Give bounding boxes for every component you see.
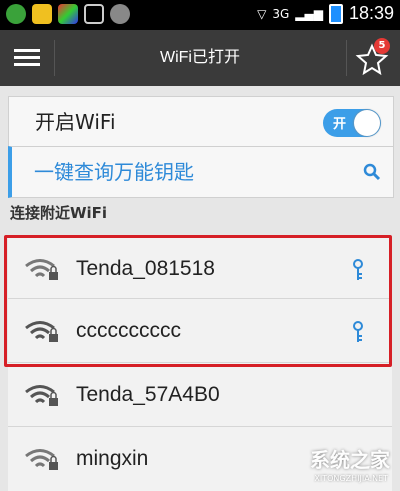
query-keys-row[interactable]: 一键查询万能钥匙 [8, 146, 394, 198]
wifi-locked-icon [25, 449, 58, 470]
key-icon[interactable] [352, 321, 364, 343]
network-item[interactable]: Tenda_081518 [8, 236, 392, 301]
network-item[interactable]: cccccccccc [8, 298, 392, 363]
network-ssid: Tenda_57A4B0 [76, 383, 220, 406]
status-bar: ▽ 3G ▂▄▆ 18:39 [0, 0, 400, 30]
toggle-on-label: 开 [333, 117, 347, 132]
clock: 18:39 [348, 3, 394, 23]
page-title: WiFi已打开 [160, 49, 240, 66]
wifi-locked-icon [25, 321, 58, 342]
battery-icon [328, 3, 343, 24]
app-icon-2 [32, 4, 52, 24]
wifi-locked-icon [25, 385, 58, 406]
network-type: 3G [272, 6, 290, 21]
divider [54, 40, 55, 76]
wifi-toggle-switch[interactable]: 开 [323, 109, 381, 137]
network-ssid: cccccccccc [76, 319, 181, 342]
query-keys-label: 一键查询万能钥匙 [34, 160, 194, 184]
title-bar: WiFi已打开 5 [0, 30, 400, 86]
signal-icon: ▂▄▆ [295, 6, 323, 21]
section-title: 连接附近WiFi [10, 204, 108, 222]
network-item[interactable]: Tenda_57A4B0 [8, 362, 392, 427]
toggle-knob [354, 110, 380, 136]
search-icon[interactable] [363, 163, 381, 181]
key-icon[interactable] [352, 259, 364, 281]
network-ssid: mingxin [76, 447, 149, 470]
network-ssid: Tenda_081518 [76, 257, 215, 280]
menu-button[interactable] [14, 45, 40, 69]
app-icon-3 [58, 4, 78, 24]
notification-badge: 5 [374, 38, 390, 54]
wifi-toggle-label: 开启WiFi [35, 110, 116, 134]
app-icon-1 [6, 4, 26, 24]
watermark-url: XITONGZHIJIA.NET [314, 474, 388, 483]
divider [346, 40, 347, 76]
gallery-icon [84, 4, 104, 24]
wifi-toggle-row: 开启WiFi 开 [8, 96, 394, 148]
wifi-status-icon: ▽ [257, 6, 267, 21]
watermark: 系统之家 [310, 448, 390, 472]
favorites-button[interactable]: 5 [352, 38, 392, 78]
weather-icon [110, 4, 130, 24]
wifi-locked-icon [25, 259, 58, 280]
